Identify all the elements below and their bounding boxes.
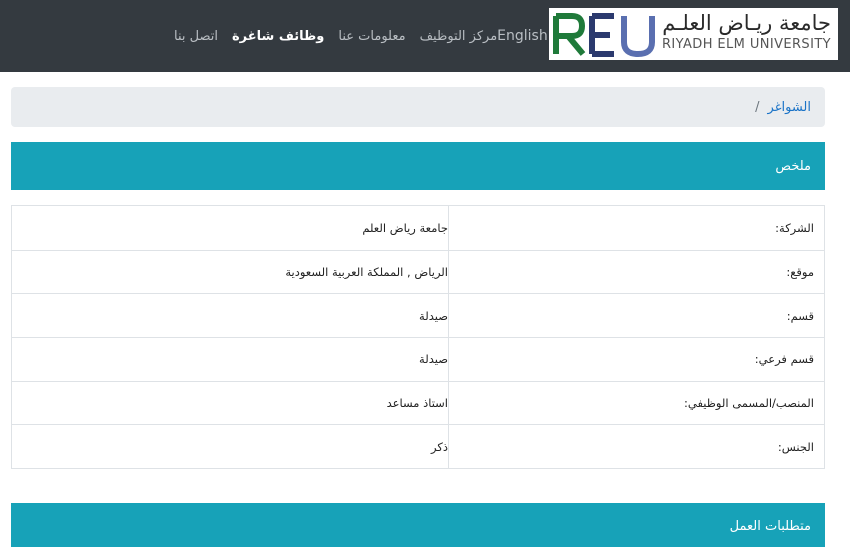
table-row: الجنس: ذكر: [12, 424, 824, 469]
table-row: موقع: الرياض , المملكة العربية السعودية: [12, 249, 824, 294]
reu-logo-mark-icon: [553, 13, 655, 58]
nav-links: English مركز التوظيف معلومات عنا وظائف ش…: [160, 27, 550, 45]
job-title-label: المنصب/المسمى الوظيفي:: [448, 381, 824, 425]
table-row: الشركة: جامعة رياض العلم: [12, 206, 824, 250]
breadcrumb: الشواغر /: [11, 87, 825, 127]
top-navbar: جامعة ريـاض العلـم RIYADH ELM UNIVERSITY…: [0, 0, 850, 72]
department-label: قسم:: [448, 294, 824, 338]
nav-careers-center[interactable]: مركز التوظيف: [420, 29, 498, 44]
summary-title: ملخص: [775, 158, 811, 174]
sub-department-value: صيدلة: [419, 352, 448, 367]
nav-contact[interactable]: اتصل بنا: [174, 29, 218, 44]
job-details-table: الشركة: جامعة رياض العلم موقع: الرياض , …: [11, 205, 825, 470]
location-value: الرياض , المملكة العربية السعودية: [285, 265, 448, 280]
requirements-header: متطلبات العمل: [11, 503, 825, 547]
table-row: المنصب/المسمى الوظيفي: استاذ مساعد: [12, 380, 824, 425]
company-value: جامعة رياض العلم: [362, 220, 448, 235]
breadcrumb-vacancies-link[interactable]: الشواغر: [768, 100, 811, 115]
job-title-value: استاذ مساعد: [386, 396, 448, 411]
requirements-title: متطلبات العمل: [729, 518, 811, 534]
gender-label: الجنس:: [448, 425, 824, 469]
nav-vacancies[interactable]: وظائف شاغرة: [232, 29, 324, 44]
department-value: صيدلة: [419, 308, 448, 323]
table-row: قسم: صيدلة: [12, 293, 824, 338]
sub-department-label: قسم فرعي:: [448, 338, 824, 381]
company-label: الشركة:: [448, 206, 824, 250]
logo-english-name: RIYADH ELM UNIVERSITY: [662, 37, 831, 52]
location-label: موقع:: [448, 250, 824, 294]
nav-language-switch[interactable]: English: [497, 28, 548, 44]
nav-about[interactable]: معلومات عنا: [338, 29, 405, 44]
logo-arabic-name: جامعة ريـاض العلـم: [662, 11, 831, 35]
gender-value: ذكر: [431, 439, 448, 454]
table-row: قسم فرعي: صيدلة: [12, 337, 824, 381]
breadcrumb-separator: /: [755, 99, 760, 115]
university-logo[interactable]: جامعة ريـاض العلـم RIYADH ELM UNIVERSITY: [549, 8, 838, 60]
summary-header: ملخص: [11, 142, 825, 190]
